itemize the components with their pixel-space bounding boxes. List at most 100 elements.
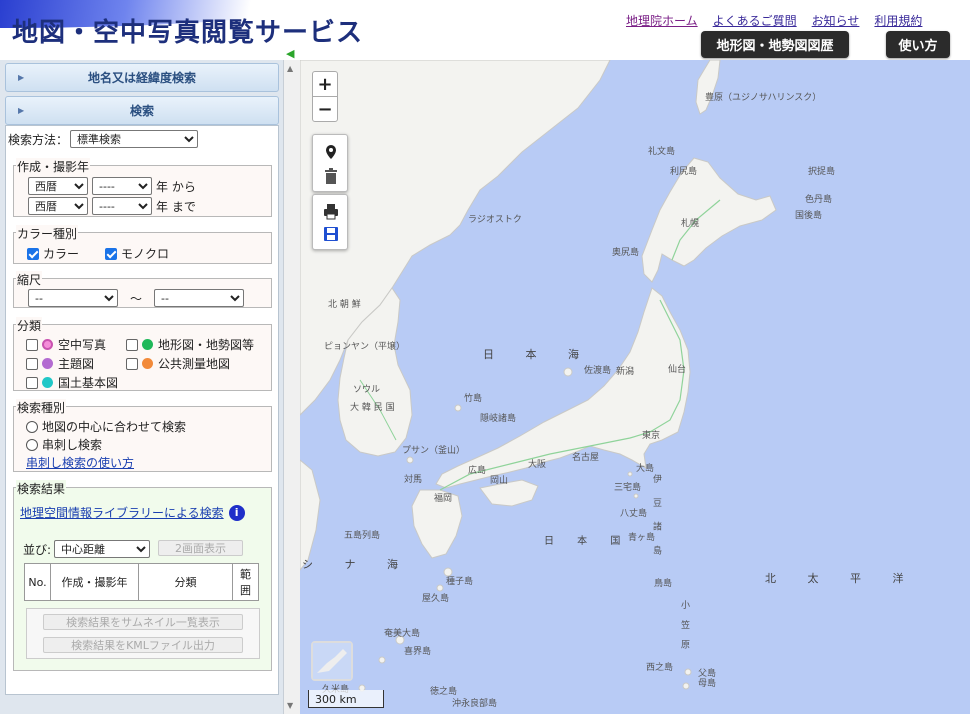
- from-label: 年 から: [156, 179, 196, 194]
- map-label-tsushima: 対馬: [404, 475, 423, 485]
- color-checkbox[interactable]: [27, 247, 39, 260]
- faq-link[interactable]: よくあるご質問: [713, 12, 797, 29]
- public-survey-checkbox[interactable]: [126, 357, 138, 370]
- topo-checkbox[interactable]: [126, 338, 138, 351]
- basic-map-label: 国土基本図: [58, 376, 119, 390]
- map-label-okushiri: 奥尻島: [612, 248, 640, 258]
- mono-checkbox[interactable]: [105, 247, 118, 260]
- map-history-button[interactable]: 地形図・地勢図図歴: [701, 31, 849, 58]
- map-label-okinoerabu: 沖永良部島: [452, 699, 498, 709]
- scale-from-select[interactable]: --: [28, 289, 118, 307]
- year-to-row: 西暦 ---- 年 まで: [28, 197, 196, 215]
- library-search-link[interactable]: 地理空間情報ライブラリーによる検索: [20, 504, 224, 521]
- place-search-accordion[interactable]: ▶ 地名又は経緯度検索: [5, 63, 279, 92]
- era-from-select[interactable]: 西暦: [28, 177, 88, 195]
- collapse-sidebar-icon[interactable]: ◀: [286, 47, 298, 60]
- search-accordion[interactable]: ▶ 検索: [5, 96, 279, 125]
- thematic-dot-icon: [42, 358, 53, 369]
- scroll-down-icon[interactable]: ▼: [287, 701, 293, 710]
- col-no[interactable]: No.: [24, 563, 51, 601]
- map-label-fukuoka: 福岡: [434, 494, 453, 504]
- map-label-kikai: 喜界島: [404, 647, 432, 657]
- era-to-select[interactable]: 西暦: [28, 197, 88, 215]
- map-label-goto: 五島列島: [344, 531, 381, 541]
- map-label-hiroshima: 広島: [468, 466, 487, 476]
- tilde-label: ～: [130, 291, 143, 306]
- col-category[interactable]: 分類: [138, 563, 233, 601]
- map-pin-icon[interactable]: [326, 145, 336, 159]
- map-label-busan: プサン（釜山）: [402, 446, 466, 456]
- map-label-korea: 大 韓 民 国: [350, 403, 395, 413]
- sort-select[interactable]: 中心距離: [54, 540, 151, 558]
- thumbnail-list-button[interactable]: 検索結果をサムネイル一覧表示: [43, 614, 243, 630]
- scale-to-select[interactable]: --: [154, 289, 245, 307]
- skewer-search-radio[interactable]: [26, 438, 38, 451]
- scroll-up-icon[interactable]: ▲: [287, 64, 293, 73]
- trash-icon[interactable]: [325, 168, 337, 184]
- map-label-vladivostok: ラジオストク: [468, 215, 522, 225]
- center-search-radio[interactable]: [26, 420, 38, 433]
- zoom-out-button[interactable]: −: [312, 96, 338, 122]
- library-row: 地理空間情報ライブラリーによる検索 i: [20, 504, 245, 521]
- color-row: カラー モノクロ: [27, 245, 169, 262]
- news-link[interactable]: お知らせ: [812, 12, 860, 29]
- chevron-right-icon: ▶: [18, 73, 25, 82]
- year-legend: 作成・撮影年: [16, 158, 91, 175]
- gsi-home-link[interactable]: 地理院ホーム: [626, 12, 698, 29]
- scale-legend: 縮尺: [16, 271, 43, 288]
- aerial-checkbox[interactable]: [26, 338, 38, 351]
- topo-dot-icon: [142, 339, 153, 350]
- thematic-checkbox[interactable]: [26, 357, 38, 370]
- accordion-label: 地名又は経緯度検索: [87, 71, 196, 85]
- public-survey-label: 公共測量地図: [158, 357, 231, 371]
- map-label-rebun: 礼文島: [648, 147, 676, 157]
- accordion-label: 検索: [129, 104, 154, 118]
- map-label-sapporo: 札幌: [681, 219, 700, 229]
- scale-bar: 300 km: [308, 690, 384, 708]
- search-type-legend: 検索種別: [16, 399, 67, 416]
- kml-export-button[interactable]: 検索結果をKMLファイル出力: [43, 637, 243, 653]
- map-label-oki: 隠岐諸島: [480, 414, 517, 424]
- method-label: 検索方法：: [8, 132, 69, 147]
- info-icon[interactable]: i: [228, 504, 245, 521]
- minimap-toggle[interactable]: [311, 641, 353, 681]
- map-land-svg: [300, 60, 777, 692]
- dual-view-button[interactable]: 2画面表示: [158, 540, 243, 556]
- map-label-toyohara: 豊原（ユジノサハリンスク）: [705, 93, 822, 103]
- category-row3: 国土基本図: [26, 374, 118, 391]
- map-label-kunashiri: 国後島: [795, 211, 823, 221]
- basic-map-dot-icon: [42, 377, 53, 388]
- map-label-etorofu: 択捉島: [808, 167, 836, 177]
- map-label-tanegashima: 種子島: [446, 577, 474, 587]
- col-range[interactable]: 範囲: [232, 563, 259, 601]
- howto-button[interactable]: 使い方: [886, 31, 950, 58]
- year-to-select[interactable]: ----: [92, 197, 152, 215]
- map-label-shikotan: 色丹島: [805, 195, 833, 205]
- map-label-sea-of-japan: 日 本 海: [483, 348, 593, 361]
- print-save-toolbar: [312, 194, 348, 250]
- year-from-select[interactable]: ----: [92, 177, 152, 195]
- zoom-in-button[interactable]: +: [312, 71, 338, 97]
- scale-row: -- ～ --: [28, 289, 245, 307]
- terms-link[interactable]: 利用規約: [874, 12, 922, 29]
- color-legend: カラー種別: [16, 225, 79, 242]
- map-label-tokyo: 東京: [642, 431, 661, 441]
- map-label-amami: 奄美大島: [384, 629, 421, 639]
- map-label-ogasawara: 小 笠 原: [679, 600, 689, 653]
- map-canvas[interactable]: 豊原（ユジノサハリンスク） 礼文島 利尻島 択捉島 色丹島 国後島 ラジオストク…: [300, 60, 970, 714]
- print-icon[interactable]: [324, 204, 338, 220]
- public-survey-dot-icon: [142, 358, 153, 369]
- save-icon[interactable]: [324, 227, 338, 241]
- results-legend: 検索結果: [16, 480, 67, 497]
- col-year[interactable]: 作成・撮影年: [50, 563, 139, 601]
- sidebar-scrollbar[interactable]: ▲ ▼: [284, 60, 300, 714]
- map-label-nagoya: 名古屋: [572, 453, 600, 463]
- skewer-help-link[interactable]: 串刺し検索の使い方: [26, 454, 134, 471]
- map-label-takeshima: 竹島: [464, 394, 483, 404]
- map-label-aogashima: 青ヶ島: [628, 533, 656, 543]
- method-select[interactable]: 標準検索: [70, 130, 199, 148]
- skewer-search-label: 串刺し検索: [42, 438, 103, 452]
- basic-map-checkbox[interactable]: [26, 376, 38, 389]
- map-label-sendai: 仙台: [668, 365, 687, 375]
- sort-row: 並び: 中心距離: [23, 540, 151, 558]
